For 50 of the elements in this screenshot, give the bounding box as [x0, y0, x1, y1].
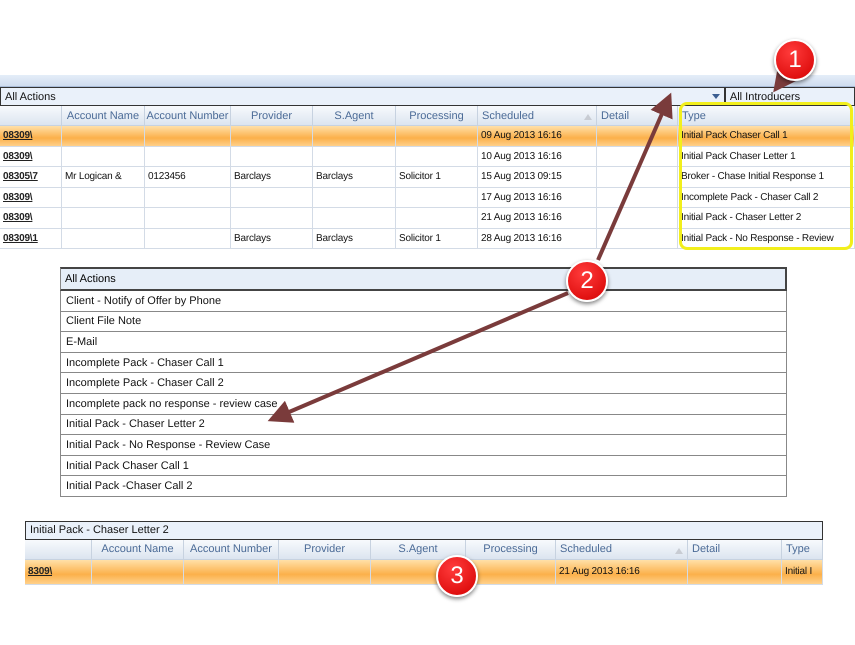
- table-cell: Incomplete Pack - Chaser Call 2: [678, 188, 855, 208]
- caret-icon: [712, 94, 720, 99]
- table-cell: 09 Aug 2013 16:16: [478, 126, 597, 146]
- column-header[interactable]: [25, 540, 92, 560]
- dropdown-item[interactable]: Initial Pack - Chaser Letter 2: [61, 414, 786, 436]
- column-header[interactable]: Provider: [231, 106, 313, 126]
- case-link[interactable]: 08305\7: [0, 167, 62, 188]
- table-cell: Initial I: [782, 560, 823, 585]
- table-cell: 0123456: [145, 167, 231, 188]
- table-cell: 21 Aug 2013 16:16: [556, 560, 688, 585]
- table-cell: Initial Pack Chaser Call 1: [678, 126, 855, 146]
- column-header[interactable]: Processing: [466, 540, 556, 560]
- action-filter-dropdown[interactable]: Initial Pack - Chaser Letter 2: [25, 520, 823, 540]
- column-header[interactable]: S.Agent: [313, 106, 396, 126]
- case-link[interactable]: 8309\: [25, 560, 92, 585]
- column-header[interactable]: Processing: [396, 106, 478, 126]
- table-cell: 21 Aug 2013 16:16: [478, 208, 597, 228]
- case-link[interactable]: 08309\: [0, 188, 62, 208]
- table-cell: Broker - Chase Initial Response 1: [678, 167, 855, 188]
- table-cell: 17 Aug 2013 16:16: [478, 188, 597, 208]
- case-link[interactable]: 08309\: [0, 146, 62, 167]
- case-link[interactable]: 08309\: [0, 126, 62, 146]
- table-cell: Solicitor 1: [396, 167, 478, 188]
- table-cell: Initial Pack Chaser Letter 1: [678, 146, 855, 167]
- action-filter-dropdown[interactable]: All Actions: [0, 87, 725, 106]
- column-header[interactable]: Type: [782, 540, 823, 560]
- case-link[interactable]: 08309\: [0, 208, 62, 228]
- table-cell: Barclays: [231, 167, 313, 188]
- callout-badge: 1: [774, 39, 816, 81]
- column-header[interactable]: Account Name: [62, 106, 145, 126]
- dropdown-item[interactable]: Client File Note: [61, 312, 786, 332]
- column-header[interactable]: Type: [678, 106, 855, 126]
- column-header[interactable]: Account Name: [92, 540, 184, 560]
- table-cell: Solicitor 1: [396, 228, 478, 249]
- column-header[interactable]: Scheduled: [556, 540, 688, 560]
- case-link[interactable]: 08309\1: [0, 228, 62, 249]
- table-cell: Initial Pack - Chaser Letter 2: [678, 208, 855, 228]
- column-header[interactable]: Scheduled: [478, 106, 597, 126]
- table-cell: Barclays: [231, 228, 313, 249]
- table-cell: Barclays: [313, 167, 396, 188]
- column-header[interactable]: Account Number: [184, 540, 279, 560]
- column-header[interactable]: Detail: [688, 540, 782, 560]
- table-cell: 15 Aug 2013 09:15: [478, 167, 597, 188]
- column-header[interactable]: Account Number: [145, 106, 231, 126]
- table-cell: Mr Logican &: [62, 167, 145, 188]
- table-cell: 10 Aug 2013 16:16: [478, 146, 597, 167]
- column-header[interactable]: Provider: [279, 540, 371, 560]
- column-header[interactable]: S.Agent: [371, 540, 466, 560]
- table-cell: Barclays: [313, 228, 396, 249]
- table-cell: 28 Aug 2013 16:16: [478, 228, 597, 249]
